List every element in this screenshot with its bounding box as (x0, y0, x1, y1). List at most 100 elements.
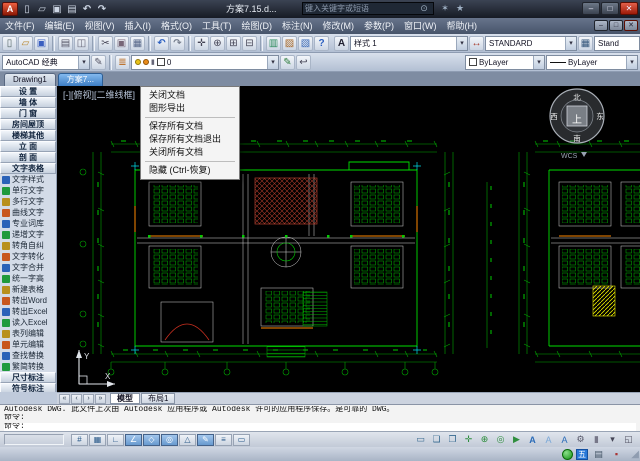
ime-mode-badge[interactable]: 五 (576, 449, 588, 460)
context-menu-item[interactable]: 隐藏 (Ctrl-恢复) (142, 164, 238, 177)
context-menu-item[interactable]: 保存所有文档退出 (142, 133, 238, 146)
undo-icon[interactable] (154, 36, 169, 51)
mdi-close-button[interactable] (624, 20, 638, 31)
zoom-icon[interactable] (210, 36, 225, 51)
otrack-icon[interactable] (161, 434, 178, 446)
wcs-dropdown-icon[interactable] (581, 152, 587, 157)
menu-item[interactable]: 格式(O) (156, 18, 197, 34)
dyn-icon[interactable] (197, 434, 214, 446)
menu-item[interactable]: 参数(P) (359, 18, 399, 34)
annscale-icon[interactable] (525, 434, 540, 446)
zoomprev-icon[interactable] (242, 36, 257, 51)
search-input[interactable] (305, 4, 417, 13)
screen-menu-item[interactable]: 读入Excel (0, 317, 56, 328)
combo-arrow-icon[interactable] (626, 56, 637, 69)
screen-menu-item[interactable]: 文字合并 (0, 262, 56, 273)
clean-icon[interactable] (621, 434, 636, 446)
mslast-icon[interactable] (95, 394, 106, 404)
menu-item[interactable]: 编辑(E) (40, 18, 80, 34)
redo-icon[interactable] (95, 3, 109, 16)
screen-menu-item[interactable]: 转出Excel (0, 306, 56, 317)
color-combo[interactable]: ByLayer (465, 55, 545, 70)
workspace-settings-icon[interactable] (91, 55, 106, 70)
lock-icon[interactable] (589, 434, 604, 446)
compass-north-label[interactable]: 北 (573, 93, 581, 102)
mdi-minimize-button[interactable] (594, 20, 608, 31)
keyboard-icon[interactable] (591, 448, 606, 460)
drawing-canvas[interactable]: 上 北 南 西 东 WCS X Y [-][俯视][二维线框] (57, 86, 640, 392)
minimize-button[interactable] (582, 2, 600, 15)
paste-icon[interactable] (130, 36, 145, 51)
screen-menu-item[interactable]: 门 窗 (0, 108, 56, 119)
linetype-combo[interactable]: ByLayer (546, 55, 638, 70)
screen-menu-item[interactable]: 转出Word (0, 295, 56, 306)
menu-item[interactable]: 帮助(H) (442, 18, 483, 34)
zoom2-icon[interactable] (477, 434, 492, 446)
menu-item[interactable]: 窗口(W) (399, 18, 442, 34)
menu-item[interactable]: 工具(T) (197, 18, 237, 34)
wcs-menu[interactable]: WCS (561, 152, 587, 160)
layer-previous-icon[interactable] (296, 55, 311, 70)
combo-arrow-icon[interactable] (78, 56, 89, 69)
screen-menu-item[interactable]: 楼梯其他 (0, 130, 56, 141)
screen-menu-item[interactable]: 立 面 (0, 141, 56, 152)
save-icon[interactable] (50, 3, 64, 16)
copy-icon[interactable] (114, 36, 129, 51)
combo-arrow-icon[interactable] (533, 56, 544, 69)
props-icon[interactable] (266, 36, 281, 51)
screen-menu-item[interactable]: 文字表格 (0, 163, 56, 174)
screen-menu-item[interactable]: 设 置 (0, 86, 56, 97)
dropdown-icon[interactable] (605, 434, 620, 446)
screen-menu-item[interactable]: 专业词库 (0, 218, 56, 229)
layout-tab[interactable]: 布局1 (141, 393, 175, 404)
ime-icon[interactable] (562, 449, 573, 460)
plot-icon[interactable] (58, 36, 73, 51)
context-menu-item[interactable] (145, 117, 235, 118)
close-button[interactable] (620, 2, 638, 15)
layer-properties-icon[interactable] (115, 55, 130, 70)
screen-menu-item[interactable]: 表列编辑 (0, 328, 56, 339)
lwt-icon[interactable] (215, 434, 232, 446)
pan-icon[interactable] (194, 36, 209, 51)
combo-arrow-icon[interactable] (267, 56, 278, 69)
screen-menu-item[interactable]: 新建表格 (0, 284, 56, 295)
text-style-combo[interactable]: 样式 1 (350, 36, 468, 51)
new-icon[interactable] (20, 3, 34, 16)
qvlayout-icon[interactable] (429, 434, 444, 446)
screen-menu-item[interactable]: 文字样式 (0, 174, 56, 185)
new-icon[interactable] (2, 36, 17, 51)
polar-icon[interactable] (125, 434, 142, 446)
context-menu-item[interactable]: 保存所有文档 (142, 120, 238, 133)
layer-freeze-icon[interactable] (143, 59, 149, 65)
dim-style-icon[interactable] (469, 36, 484, 51)
text-style-icon[interactable] (334, 36, 349, 51)
screen-menu-item[interactable]: 查找替换 (0, 350, 56, 361)
compass-south-label[interactable]: 南 (573, 133, 581, 143)
screen-menu-item[interactable]: 单行文字 (0, 185, 56, 196)
context-menu-item[interactable]: 关闭所有文档 (142, 146, 238, 159)
screen-menu-item[interactable]: 递增文字 (0, 229, 56, 240)
screen-menu-item[interactable]: 符号标注 (0, 383, 56, 392)
cut-icon[interactable] (98, 36, 113, 51)
msfirst-icon[interactable] (59, 394, 70, 404)
maximize-button[interactable] (601, 2, 619, 15)
screen-menu-item[interactable]: 曲线文字 (0, 207, 56, 218)
pan2-icon[interactable] (461, 434, 476, 446)
help-icon[interactable] (314, 36, 329, 51)
navigation-compass[interactable]: 上 北 南 西 东 (550, 89, 604, 143)
combo-arrow-icon[interactable] (456, 37, 467, 50)
model-icon[interactable] (413, 434, 428, 446)
tray-status-icon[interactable] (609, 448, 624, 460)
mdi-restore-button[interactable] (609, 20, 623, 31)
screen-menu-item[interactable]: 尺寸标注 (0, 372, 56, 383)
screen-menu-item[interactable]: 单元编辑 (0, 339, 56, 350)
menu-item[interactable]: 标注(N) (277, 18, 318, 34)
ducs-icon[interactable] (179, 434, 196, 446)
screen-menu-item[interactable]: 多行文字 (0, 196, 56, 207)
open-icon[interactable] (35, 3, 49, 16)
qp-icon[interactable] (233, 434, 250, 446)
annauto-icon[interactable] (557, 434, 572, 446)
context-menu-item[interactable] (145, 161, 235, 162)
search-icon[interactable] (417, 2, 431, 15)
make-layer-current-icon[interactable] (280, 55, 295, 70)
